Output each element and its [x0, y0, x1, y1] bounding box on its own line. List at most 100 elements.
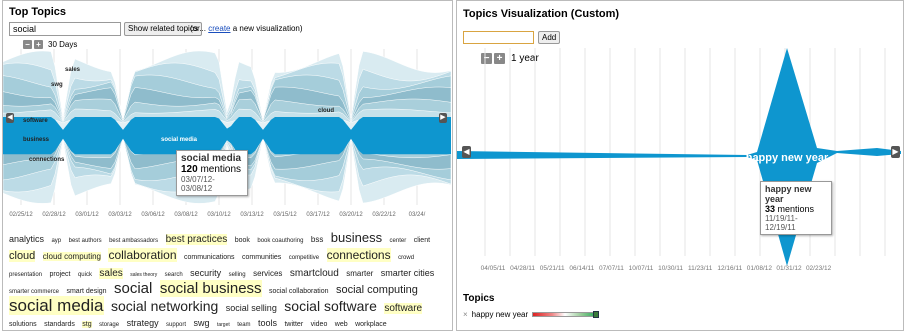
x-tick-label: 04/28/11	[510, 265, 535, 272]
tag-cloud-term[interactable]: ayp	[51, 238, 61, 244]
x-axis-ticks: 04/05/11 04/28/11 05/21/11 06/14/11 07/07/11…	[481, 265, 832, 272]
top-topics-panel: Top Topics Show related topics (or... cr…	[2, 0, 453, 331]
tag-cloud-term[interactable]: project	[49, 271, 70, 278]
scroll-left-arrow[interactable]: ◀	[6, 113, 14, 123]
x-tick-label: 03/24/	[409, 212, 426, 218]
tag-cloud-term[interactable]: business	[331, 230, 382, 245]
remove-topic-icon[interactable]: ×	[463, 310, 468, 319]
x-tick-label: 03/10/12	[207, 212, 231, 218]
tag-cloud-term[interactable]: book coauthoring	[257, 238, 303, 244]
x-tick-label: 10/30/11	[658, 265, 683, 272]
x-tick-label: 01/08/12	[747, 265, 773, 272]
tag-cloud-term[interactable]: smarter	[346, 269, 373, 278]
tag-cloud-term[interactable]: social computing	[336, 284, 418, 296]
x-axis-ticks: 02/25/12 02/28/12 03/01/12 03/03/12 03/06/12…	[9, 212, 425, 218]
stream-label-cloud: cloud	[318, 108, 334, 114]
zoom-out-button[interactable]: −	[23, 40, 32, 49]
tag-cloud-term[interactable]: connections	[326, 248, 391, 262]
scroll-left-arrow[interactable]: ◀	[462, 146, 471, 158]
add-topic-input[interactable]	[463, 31, 534, 44]
x-tick-label: 10/07/11	[629, 265, 654, 272]
tooltip-count-unit: mentions	[777, 204, 815, 214]
tag-cloud-term[interactable]: best authors	[69, 238, 102, 244]
tag-cloud-term[interactable]: social selling	[226, 303, 277, 313]
tag-cloud-term[interactable]: social networking	[111, 298, 218, 314]
x-tick-label: 02/25/12	[9, 212, 33, 218]
x-tick-label: 03/15/12	[273, 212, 297, 218]
x-tick-label: 03/08/12	[174, 212, 198, 218]
tag-cloud-term[interactable]: selling	[229, 272, 246, 278]
tag-cloud-term[interactable]: smarter commerce	[9, 289, 59, 295]
topic-search-input[interactable]	[9, 22, 121, 36]
tag-cloud-term[interactable]: cloud	[9, 250, 36, 262]
sentiment-slider[interactable]	[532, 311, 600, 318]
tag-cloud-term[interactable]: social software	[284, 298, 377, 314]
tag-cloud-term[interactable]: center	[390, 238, 407, 244]
tag-cloud-term[interactable]: client	[414, 237, 430, 244]
tag-cloud-term[interactable]: security	[190, 268, 221, 278]
tag-cloud-term[interactable]: collaboration	[108, 248, 177, 262]
tag-cloud-term[interactable]: bss	[311, 235, 323, 244]
tag-cloud-term[interactable]: communities	[242, 254, 281, 261]
tag-cloud-term[interactable]: twitter	[284, 321, 303, 328]
x-tick-label: 04/05/11	[481, 265, 506, 272]
slider-handle[interactable]	[593, 311, 600, 318]
tag-cloud-term[interactable]: workplace	[355, 321, 387, 328]
tag-cloud-term[interactable]: stg	[82, 321, 92, 328]
tag-cloud-term[interactable]: team	[237, 322, 250, 328]
tag-cloud-term[interactable]: tools	[258, 318, 277, 328]
x-tick-label: 03/01/12	[75, 212, 99, 218]
streamgraph[interactable]: happy new year 04/05/11 04/28/11 05/21/11 0…	[457, 48, 903, 273]
scroll-right-arrow[interactable]: ▶	[439, 113, 447, 123]
tag-cloud-term[interactable]: search	[165, 272, 183, 278]
tag-cloud-term[interactable]: solutions	[9, 321, 37, 328]
tag-cloud-term[interactable]: target	[217, 322, 230, 328]
tag-cloud-term[interactable]: services	[253, 269, 282, 278]
tag-cloud-term[interactable]: book	[235, 237, 250, 244]
x-tick-label: 01/31/12	[776, 265, 802, 272]
tag-cloud-term[interactable]: social collaboration	[269, 288, 329, 295]
tag-cloud-term[interactable]: competitive	[289, 255, 319, 261]
tag-cloud-term[interactable]: social business	[159, 280, 262, 297]
x-tick-label: 03/22/12	[372, 212, 396, 218]
tag-cloud-term[interactable]: communications	[184, 254, 235, 261]
tag-cloud-term[interactable]: smarter cities	[381, 268, 435, 278]
tag-cloud-term[interactable]: sales theory	[130, 272, 157, 278]
tag-cloud-term[interactable]: sales	[99, 268, 123, 279]
tag-cloud-term[interactable]: video	[311, 321, 328, 328]
x-tick-label: 07/07/11	[599, 265, 624, 272]
tag-cloud-term[interactable]: smartcloud	[290, 268, 339, 279]
tag-cloud-term[interactable]: best practices	[165, 234, 228, 245]
create-link[interactable]: create	[208, 24, 230, 33]
topics-heading: Topics	[463, 293, 495, 304]
x-tick-label: 03/03/12	[108, 212, 132, 218]
x-tick-label: 03/17/12	[306, 212, 330, 218]
scroll-right-arrow[interactable]: ▶	[891, 146, 900, 158]
tag-cloud-term[interactable]: standards	[44, 321, 75, 328]
tag-cloud-term[interactable]: social media	[9, 296, 104, 315]
add-topic-button[interactable]: Add	[538, 31, 561, 44]
tag-cloud-term[interactable]: support	[166, 322, 186, 328]
tooltip-date-range: 03/07/12-03/08/12	[181, 175, 215, 193]
tag-cloud-term[interactable]: best ambassadors	[109, 238, 158, 244]
stream-label-connections: connections	[29, 157, 65, 163]
zoom-in-button[interactable]: +	[34, 40, 43, 49]
x-tick-label: 03/06/12	[141, 212, 165, 218]
tooltip-count-value: 33	[765, 204, 776, 214]
tag-cloud-term[interactable]: storage	[99, 322, 119, 328]
tag-cloud-term[interactable]: quick	[78, 272, 92, 278]
tag-cloud: analytics ayp best authors best ambassad…	[9, 230, 449, 330]
tag-cloud-term[interactable]: presentation	[9, 272, 42, 278]
create-note: (or... create a new visualization)	[190, 24, 303, 33]
tag-cloud-term[interactable]: web	[335, 321, 348, 328]
stream-label-software: software	[23, 118, 48, 124]
tag-cloud-term[interactable]: smart design	[66, 288, 106, 295]
tag-cloud-term[interactable]: social	[114, 280, 152, 297]
tag-cloud-term[interactable]: swg	[194, 318, 210, 328]
tag-cloud-term[interactable]: software	[384, 303, 423, 314]
tag-cloud-term[interactable]: crowd	[398, 255, 414, 261]
tag-cloud-term[interactable]: strategy	[127, 318, 159, 328]
tag-cloud-term[interactable]: analytics	[9, 234, 44, 244]
stream-tooltip: social media 120 mentions 03/07/12-03/08…	[176, 150, 248, 196]
tag-cloud-term[interactable]: cloud computing	[42, 252, 102, 261]
